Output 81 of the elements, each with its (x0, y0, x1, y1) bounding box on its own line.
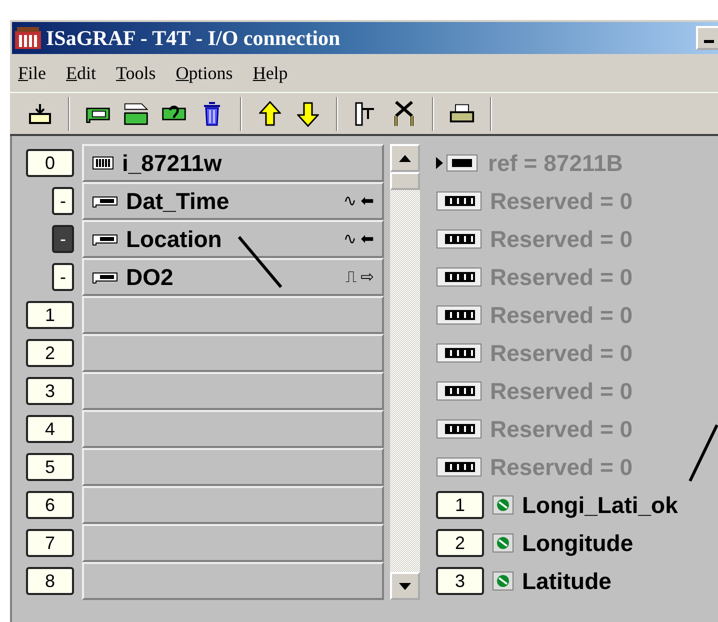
signal-type-icon: ⎍ (346, 269, 357, 285)
board-icon (92, 156, 114, 170)
variable-name: Latitude (522, 568, 612, 594)
menu-item[interactable]: Edit (66, 62, 96, 84)
slot-row[interactable]: Dat_Time ∿ ⬅ (82, 182, 384, 220)
variable-number: 1 (436, 491, 484, 519)
channel-name: Dat_Time (126, 188, 230, 214)
chip-icon (436, 343, 482, 363)
variable-name: Longitude (522, 530, 634, 556)
slot-number[interactable]: 8 (26, 567, 74, 595)
slot-number[interactable]: 3 (26, 377, 74, 405)
chip-icon (436, 457, 482, 477)
chip-icon (436, 191, 482, 211)
slot-row[interactable] (82, 486, 384, 524)
leader-line (238, 236, 282, 288)
slot-row[interactable] (82, 334, 384, 372)
variable-number: 2 (436, 529, 484, 557)
boolean-variable-icon (492, 571, 514, 591)
boolean-variable-icon (492, 495, 514, 515)
slot-number[interactable]: 0 (26, 149, 74, 177)
menu-item[interactable]: Options (176, 62, 233, 84)
slot-row[interactable] (82, 448, 384, 486)
channel-name: DO2 (126, 264, 174, 290)
parameter-text: Reserved = 0 (490, 454, 633, 480)
slot-row[interactable] (82, 562, 384, 600)
chip-icon (436, 419, 482, 439)
slot-number[interactable]: - (52, 187, 74, 215)
slot-row[interactable] (82, 372, 384, 410)
leader-line (688, 424, 718, 482)
menu-item[interactable]: Tools (116, 62, 156, 84)
parameter-text: ref = 87211B (488, 150, 623, 176)
slot-number[interactable]: 5 (26, 453, 74, 481)
channel-name: Location (126, 226, 222, 252)
boolean-variable-icon (492, 533, 514, 553)
variable-name: Longi_Lati_ok (522, 492, 678, 518)
chip-icon (436, 305, 482, 325)
slot-row[interactable] (82, 524, 384, 562)
slot-number[interactable]: 2 (26, 339, 74, 367)
variable-number: 3 (436, 567, 484, 595)
connector-icon (92, 232, 118, 246)
board-name: i_87211w (122, 150, 222, 176)
parameter-text: Reserved = 0 (490, 378, 633, 404)
slot-number[interactable]: - (52, 225, 74, 253)
parameter-text: Reserved = 0 (490, 302, 633, 328)
parameter-text: Reserved = 0 (490, 226, 633, 252)
slot-row[interactable]: i_87211w (82, 144, 384, 182)
direction-icon: ⬅ (360, 193, 374, 209)
signal-type-icon: ∿ (343, 193, 357, 209)
scroll-down-button[interactable] (390, 572, 420, 600)
parameter-text: Reserved = 0 (490, 340, 633, 366)
slot-number[interactable]: 1 (26, 301, 74, 329)
parameter-text: Reserved = 0 (490, 188, 633, 214)
connector-icon (92, 194, 118, 208)
menu-item[interactable]: File (18, 62, 46, 84)
scrollbar[interactable] (390, 144, 420, 600)
slot-row[interactable] (82, 410, 384, 448)
direction-icon: ⇨ (360, 269, 374, 285)
chip-icon (436, 229, 482, 249)
window-title: ISaGRAF - T4T - I/O connection (46, 26, 340, 50)
slot-number[interactable]: 7 (26, 529, 74, 557)
direction-icon: ⬅ (360, 231, 374, 247)
up-triangle-icon (399, 154, 411, 162)
slot-number[interactable]: - (52, 263, 74, 291)
menu-item[interactable]: Help (252, 62, 288, 84)
scroll-thumb[interactable] (390, 172, 420, 190)
chip-icon (436, 381, 482, 401)
signal-type-icon: ∿ (343, 231, 357, 247)
scroll-up-button[interactable] (390, 144, 420, 172)
minimize-button[interactable] (696, 26, 718, 50)
connector-icon (92, 270, 118, 284)
slot-row[interactable]: DO2 ⎍ ⇨ (82, 258, 384, 296)
slot-row[interactable]: Location ∿ ⬅ (82, 220, 384, 258)
slot-row[interactable] (82, 296, 384, 334)
slot-number[interactable]: 4 (26, 415, 74, 443)
chip-icon (436, 267, 482, 287)
parameter-text: Reserved = 0 (490, 416, 633, 442)
parameter-text: Reserved = 0 (490, 264, 633, 290)
app-icon (14, 25, 42, 51)
pointer-chip-icon (436, 154, 480, 172)
slot-number[interactable]: 6 (26, 491, 74, 519)
down-triangle-icon (399, 582, 411, 590)
